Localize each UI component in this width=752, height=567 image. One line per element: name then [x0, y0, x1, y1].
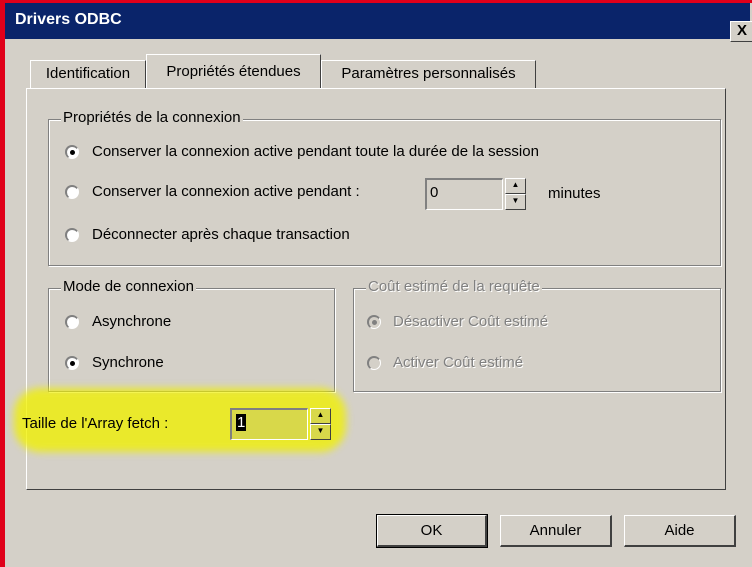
- odbc-dialog: Drivers ODBC X Identification Propriétés…: [0, 0, 752, 567]
- connection-mode-group: [48, 288, 335, 392]
- red-frame-top: [0, 0, 752, 3]
- minutes-unit-label: minutes: [548, 185, 601, 202]
- array-fetch-value: 1: [236, 414, 247, 431]
- connection-mode-label: Mode de connexion: [61, 278, 196, 295]
- radio-sync[interactable]: [65, 356, 79, 370]
- connection-properties-label: Propriétés de la connexion: [61, 109, 243, 126]
- tab-identification-label: Identification: [45, 65, 131, 82]
- radio-keep-for-duration[interactable]: [65, 185, 79, 199]
- cancel-button[interactable]: Annuler: [500, 515, 612, 547]
- radio-disconnect-each-transaction[interactable]: [65, 228, 79, 242]
- radio-disconnect-label: Déconnecter après chaque transaction: [92, 226, 350, 243]
- window-title: Drivers ODBC: [15, 11, 122, 28]
- spin-down-icon: ▼: [316, 426, 325, 435]
- tab-custom-parameters-label: Paramètres personnalisés: [341, 65, 516, 82]
- radio-async[interactable]: [65, 315, 79, 329]
- radio-keep-for-duration-label: Conserver la connexion active pendant :: [92, 183, 360, 200]
- help-button[interactable]: Aide: [624, 515, 736, 547]
- tab-identification[interactable]: Identification: [30, 60, 146, 88]
- array-fetch-label: Taille de l'Array fetch :: [22, 415, 169, 432]
- array-fetch-spin-up-button[interactable]: ▲: [310, 408, 331, 424]
- query-cost-group: [353, 288, 721, 392]
- close-button[interactable]: X: [730, 21, 752, 42]
- tab-custom-parameters[interactable]: Paramètres personnalisés: [321, 60, 536, 88]
- close-icon: X: [736, 22, 747, 39]
- minutes-spin-down-button[interactable]: ▼: [505, 194, 526, 210]
- radio-enable-cost-label: Activer Coût estimé: [393, 354, 524, 371]
- radio-keep-session-label: Conserver la connexion active pendant to…: [92, 143, 539, 160]
- spin-up-icon: ▲: [316, 410, 325, 419]
- red-frame-left: [0, 0, 5, 567]
- tab-extended-properties[interactable]: Propriétés étendues: [146, 54, 321, 88]
- minutes-input[interactable]: 0: [425, 178, 503, 210]
- title-bar: Drivers ODBC X: [5, 3, 752, 42]
- radio-keep-session[interactable]: [65, 145, 79, 159]
- tab-extended-properties-label: Propriétés étendues: [166, 63, 301, 80]
- array-fetch-input[interactable]: 1: [230, 408, 308, 440]
- radio-async-label: Asynchrone: [92, 313, 172, 330]
- radio-enable-cost[interactable]: [367, 356, 381, 370]
- radio-sync-label: Synchrone: [92, 354, 164, 371]
- spin-down-icon: ▼: [511, 196, 520, 205]
- radio-disable-cost-label: Désactiver Coût estimé: [393, 313, 549, 330]
- spin-up-icon: ▲: [511, 180, 520, 189]
- ok-button[interactable]: OK: [376, 514, 488, 548]
- query-cost-label: Coût estimé de la requête: [366, 278, 542, 295]
- minutes-spin-up-button[interactable]: ▲: [505, 178, 526, 194]
- array-fetch-spin-down-button[interactable]: ▼: [310, 424, 331, 440]
- radio-disable-cost[interactable]: [367, 315, 381, 329]
